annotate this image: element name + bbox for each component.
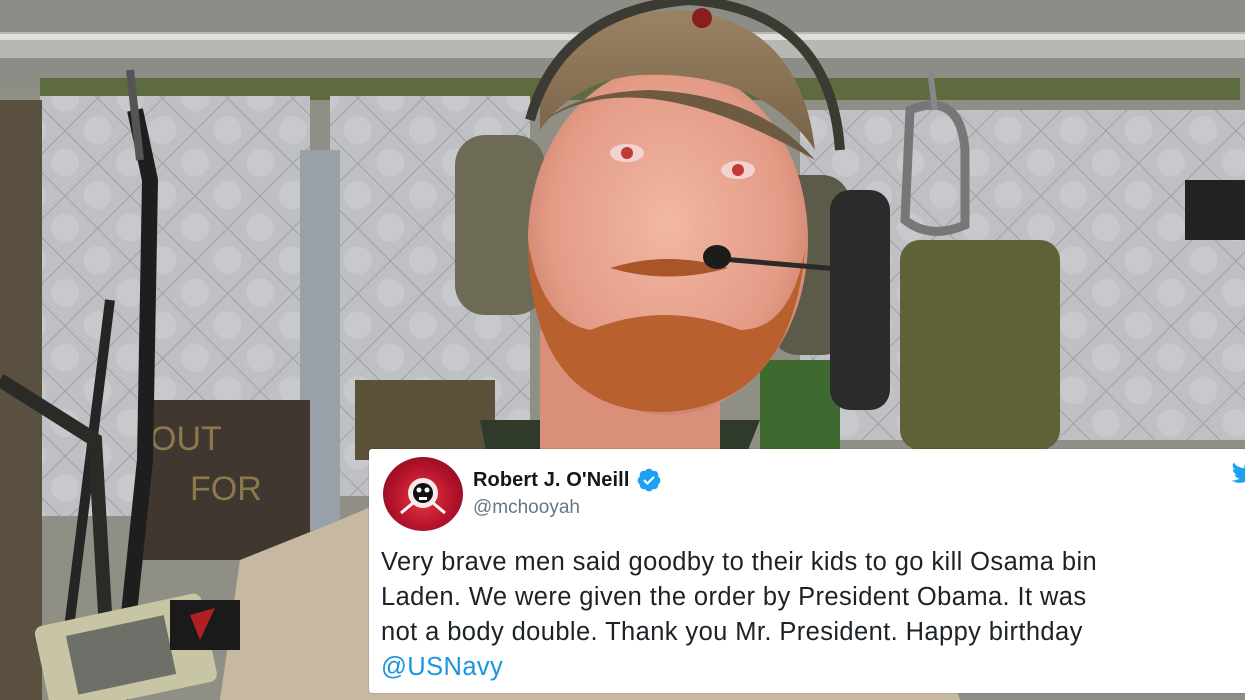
mention-link[interactable]: @USNavy	[381, 650, 1245, 685]
avatar-emblem-icon	[400, 478, 446, 515]
tweet-card[interactable]: Robert J. O'Neill @mchooyah Very brave m…	[369, 449, 1245, 693]
svg-text:FOR: FOR	[190, 470, 262, 508]
profile-avatar[interactable]	[383, 457, 463, 531]
author-name[interactable]: Robert J. O'Neill	[473, 469, 630, 492]
tweet-text: Very brave men said goodby to their kids…	[381, 545, 1245, 685]
tweet-line: Very brave men said goodby to their kids…	[381, 548, 1098, 576]
tweet-line: not a body double. Thank you Mr. Preside…	[381, 618, 1083, 646]
author-row: Robert J. O'Neill	[473, 467, 662, 493]
svg-text:OUT: OUT	[150, 420, 222, 458]
twitter-bird-icon[interactable]	[1231, 459, 1245, 485]
verified-badge-icon	[637, 468, 660, 492]
tweet-line: Laden. We were given the order by Presid…	[381, 583, 1087, 611]
author-handle[interactable]: @mchooyah	[473, 497, 580, 519]
